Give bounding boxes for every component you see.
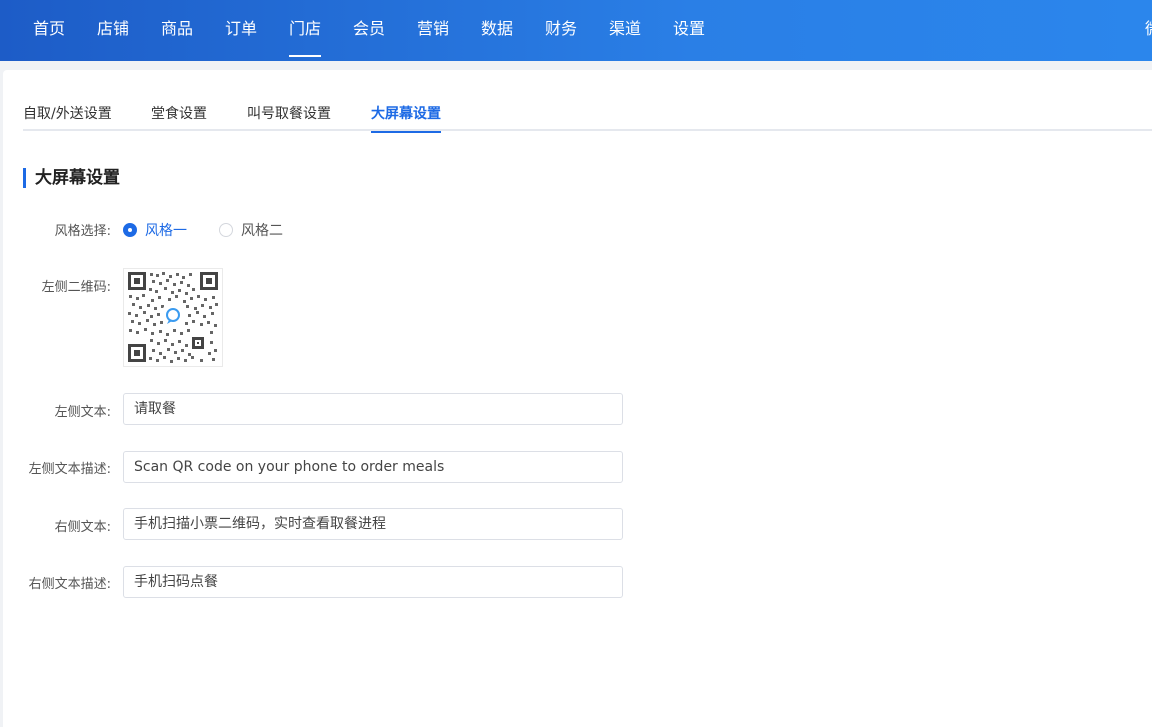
left-desc-label: 左侧文本描述: xyxy=(28,462,111,477)
settings-tabs: 自取/外送设置 堂食设置 叫号取餐设置 大屏幕设置 xyxy=(23,70,1152,133)
tab-dine-in[interactable]: 堂食设置 xyxy=(151,103,207,131)
nav-item-members[interactable]: 会员 xyxy=(353,0,385,61)
right-text-input[interactable]: 手机扫描小票二维码，实时查看取餐进程 xyxy=(123,508,623,540)
settings-panel: 自取/外送设置 堂食设置 叫号取餐设置 大屏幕设置 大屏幕设置 风格选择: 风格… xyxy=(3,70,1152,727)
left-desc-input[interactable]: Scan QR code on your phone to order meal… xyxy=(123,451,623,483)
nav-item-stores[interactable]: 门店 xyxy=(289,0,322,61)
style-option-one-radio[interactable]: 风格一 xyxy=(123,220,187,240)
left-text-label: 左侧文本: xyxy=(54,405,111,420)
nav-item-home[interactable]: 首页 xyxy=(33,0,65,61)
nav-item-marketing[interactable]: 营销 xyxy=(417,0,449,61)
right-desc-input[interactable]: 手机扫码点餐 xyxy=(123,566,623,598)
nav-item-orders[interactable]: 订单 xyxy=(225,0,257,61)
nav-item-shop[interactable]: 店铺 xyxy=(97,0,129,61)
tab-call-number[interactable]: 叫号取餐设置 xyxy=(247,103,331,131)
nav-edge-text[interactable]: 微 xyxy=(1145,0,1152,57)
qr-code-icon xyxy=(124,269,222,366)
style-option-two-radio[interactable]: 风格二 xyxy=(219,220,283,240)
left-qr-label: 左侧二维码: xyxy=(41,280,111,295)
nav-item-products[interactable]: 商品 xyxy=(161,0,193,61)
tab-big-screen[interactable]: 大屏幕设置 xyxy=(371,103,441,133)
right-text-label: 右侧文本: xyxy=(54,520,111,535)
style-select-label: 风格选择: xyxy=(54,224,111,239)
style-option-one-label: 风格一 xyxy=(145,223,187,239)
section-title: 大屏幕设置 xyxy=(23,168,120,188)
nav-item-channels[interactable]: 渠道 xyxy=(609,0,641,61)
left-text-input[interactable]: 请取餐 xyxy=(123,393,623,425)
style-option-two-label: 风格二 xyxy=(241,223,283,239)
radio-checked-icon xyxy=(123,223,137,237)
right-desc-label: 右侧文本描述: xyxy=(28,577,111,592)
tab-pickup-delivery[interactable]: 自取/外送设置 xyxy=(23,103,112,131)
radio-unchecked-icon xyxy=(219,223,233,237)
nav-item-finance[interactable]: 财务 xyxy=(545,0,577,61)
left-qr-code-image[interactable] xyxy=(123,268,223,367)
nav-item-settings[interactable]: 设置 xyxy=(673,0,705,61)
nav-item-data[interactable]: 数据 xyxy=(481,0,513,61)
top-navigation: 首页 店铺 商品 订单 门店 会员 营销 数据 财务 渠道 设置 微 xyxy=(0,0,1152,61)
